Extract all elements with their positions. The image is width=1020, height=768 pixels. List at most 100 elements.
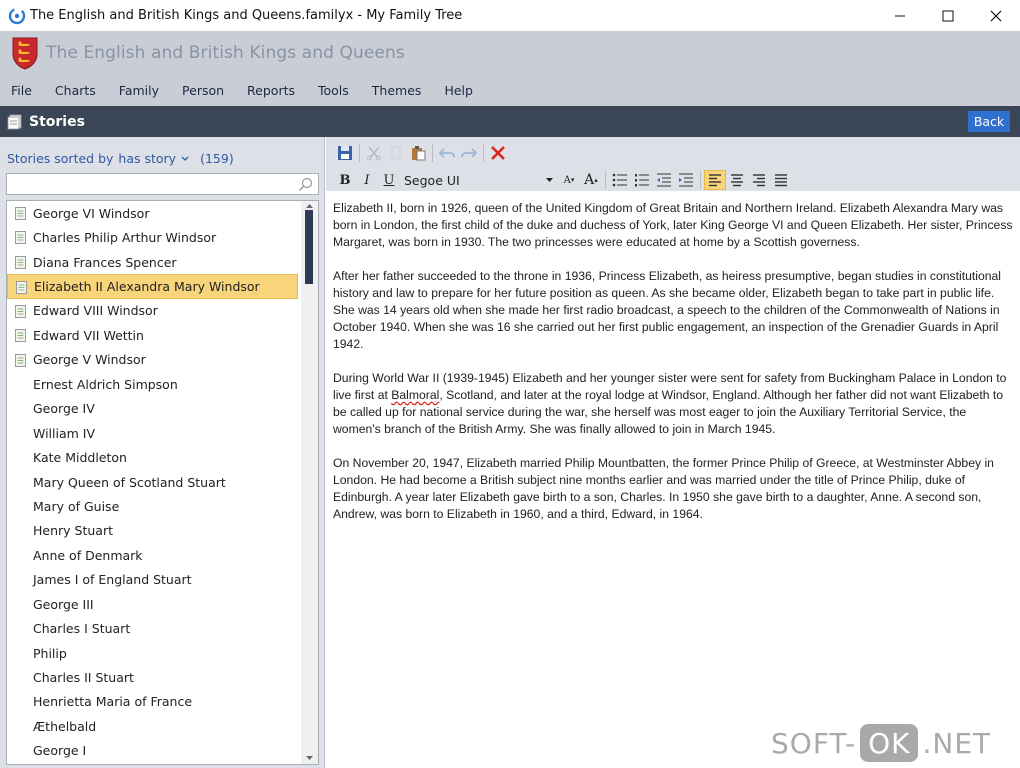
- align-left-button[interactable]: [704, 170, 726, 190]
- list-item-label: Diana Frances Spencer: [33, 254, 177, 270]
- list-item[interactable]: George I: [7, 739, 298, 763]
- list-item-label: George IV: [33, 401, 95, 417]
- story-document-icon: [15, 304, 26, 318]
- list-item[interactable]: Elizabeth II Alexandra Mary Windsor: [7, 274, 298, 299]
- story-document-icon: [16, 281, 27, 295]
- menu-family[interactable]: Family: [111, 83, 167, 98]
- search-icon[interactable]: [298, 177, 313, 192]
- decrease-indent-button[interactable]: [653, 170, 675, 190]
- search-box: [6, 173, 319, 195]
- list-item[interactable]: Henry Stuart: [7, 519, 298, 543]
- editor-toolbar: B I U Segoe UI A ▾ A ▴: [326, 137, 1020, 191]
- menu-file[interactable]: File: [3, 83, 40, 98]
- bullet-list-button[interactable]: [609, 170, 631, 190]
- search-input[interactable]: [7, 174, 287, 194]
- sort-label: Stories sorted by: [7, 151, 114, 166]
- story-text-editor[interactable]: Elizabeth II, born in 1926, queen of the…: [333, 200, 1013, 540]
- menu-person[interactable]: Person: [174, 83, 232, 98]
- list-item-label: Henrietta Maria of France: [33, 694, 193, 710]
- align-right-button[interactable]: [748, 170, 770, 190]
- maximize-button[interactable]: [924, 0, 972, 31]
- menu-bar: File Charts Family Person Reports Tools …: [0, 74, 1020, 106]
- list-item-label: Æthelbald: [33, 718, 97, 734]
- shrink-font-label: A: [563, 174, 571, 186]
- list-item[interactable]: Philip: [7, 641, 298, 665]
- list-item[interactable]: George IV: [7, 397, 298, 421]
- list-item[interactable]: George VI Windsor: [7, 201, 298, 225]
- bold-button[interactable]: B: [334, 170, 356, 190]
- delete-button[interactable]: [487, 143, 509, 163]
- save-button[interactable]: [334, 143, 356, 163]
- close-button[interactable]: [972, 0, 1020, 31]
- list-item[interactable]: George V Windsor: [7, 348, 298, 372]
- file-banner: The English and British Kings and Queens: [0, 31, 1020, 74]
- grow-font-button[interactable]: A ▴: [580, 170, 602, 190]
- scroll-up-icon[interactable]: [305, 202, 314, 210]
- list-item[interactable]: James I of England Stuart: [7, 568, 298, 592]
- list-item[interactable]: Henrietta Maria of France: [7, 690, 298, 714]
- font-family-select[interactable]: Segoe UI: [400, 170, 558, 190]
- decrease-indent-icon: [657, 173, 671, 187]
- stories-icon: [7, 114, 22, 129]
- undo-icon: [439, 148, 455, 158]
- list-item[interactable]: Anne of Denmark: [7, 543, 298, 567]
- paste-button[interactable]: [407, 143, 429, 163]
- list-item[interactable]: Diana Frances Spencer: [7, 250, 298, 274]
- list-item[interactable]: Charles Philip Arthur Windsor: [7, 225, 298, 249]
- list-item-label: Kate Middleton: [33, 450, 127, 466]
- toolbar-separator: [359, 144, 360, 162]
- italic-button[interactable]: I: [356, 170, 378, 190]
- redo-icon: [461, 148, 477, 158]
- list-item[interactable]: George III: [7, 592, 298, 616]
- menu-themes[interactable]: Themes: [364, 83, 430, 98]
- align-center-button[interactable]: [726, 170, 748, 190]
- watermark-left: SOFT-: [771, 726, 857, 760]
- list-item[interactable]: Edward VII Wettin: [7, 323, 298, 347]
- list-item[interactable]: Mary Queen of Scotland Stuart: [7, 470, 298, 494]
- back-button[interactable]: Back: [968, 111, 1010, 132]
- undo-button[interactable]: [436, 143, 458, 163]
- underline-button[interactable]: U: [378, 170, 400, 190]
- sort-dropdown[interactable]: has story: [118, 151, 190, 166]
- copy-button[interactable]: [385, 143, 407, 163]
- menu-reports[interactable]: Reports: [239, 83, 303, 98]
- stories-header-bar: Stories Back: [0, 106, 1020, 137]
- list-item[interactable]: Kate Middleton: [7, 445, 298, 469]
- list-item[interactable]: Æthelbald: [7, 714, 298, 738]
- cut-button[interactable]: [363, 143, 385, 163]
- list-scrollbar[interactable]: [301, 201, 318, 764]
- stories-list: George VI Windsor Charles Philip Arthur W…: [6, 200, 319, 765]
- align-right-icon: [753, 174, 765, 187]
- menu-charts[interactable]: Charts: [47, 83, 104, 98]
- delete-icon: [491, 146, 505, 160]
- list-item-label: George V Windsor: [33, 352, 146, 368]
- list-item[interactable]: Ernest Aldrich Simpson: [7, 372, 298, 396]
- scroll-down-icon[interactable]: [305, 754, 314, 762]
- shrink-font-button[interactable]: A ▾: [558, 170, 580, 190]
- menu-tools[interactable]: Tools: [310, 83, 357, 98]
- list-item-label: Mary Queen of Scotland Stuart: [33, 474, 226, 490]
- story-document-icon: [15, 353, 26, 367]
- list-item[interactable]: Charles I Stuart: [7, 616, 298, 640]
- minimize-button[interactable]: [876, 0, 924, 31]
- list-item-label: Edward VII Wettin: [33, 327, 144, 343]
- story-count: (159): [200, 151, 234, 166]
- maximize-icon: [942, 10, 954, 21]
- list-item[interactable]: Charles II Stuart: [7, 665, 298, 689]
- list-item[interactable]: Mary of Guise: [7, 494, 298, 518]
- list-item[interactable]: William IV: [7, 421, 298, 445]
- justify-icon: [775, 174, 787, 187]
- justify-button[interactable]: [770, 170, 792, 190]
- numbered-list-button[interactable]: [631, 170, 653, 190]
- scroll-thumb[interactable]: [305, 210, 313, 284]
- toolbar-separator: [700, 171, 701, 189]
- story-editor-pane: B I U Segoe UI A ▾ A ▴ Elizabeth II, bor…: [326, 137, 1020, 768]
- increase-indent-button[interactable]: [675, 170, 697, 190]
- banner-title: The English and British Kings and Queens: [46, 42, 405, 63]
- story-document-icon: [15, 255, 26, 269]
- redo-button[interactable]: [458, 143, 480, 163]
- bullet-list-icon: [612, 173, 627, 187]
- list-item[interactable]: Edward VIII Windsor: [7, 299, 298, 323]
- align-center-icon: [731, 174, 743, 187]
- menu-help[interactable]: Help: [436, 83, 481, 98]
